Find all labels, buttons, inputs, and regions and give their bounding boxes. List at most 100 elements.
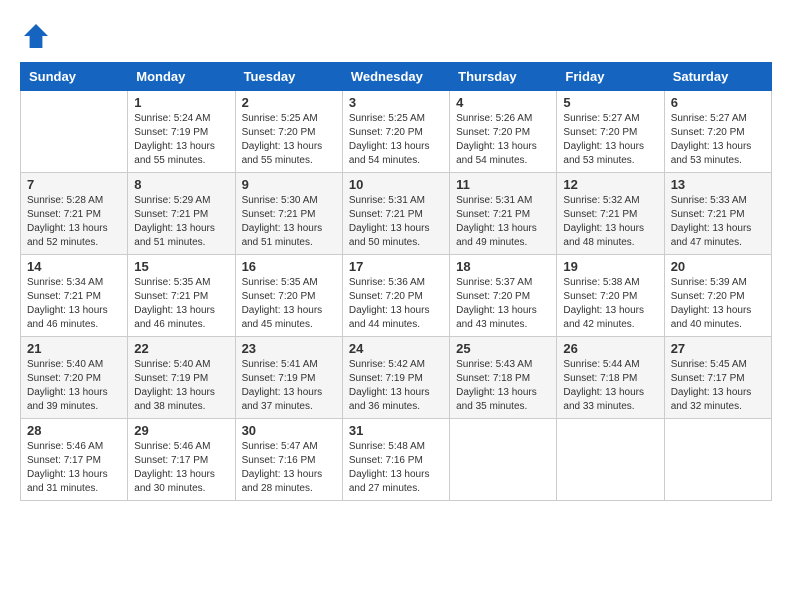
day-header-tuesday: Tuesday — [235, 63, 342, 91]
logo — [20, 20, 56, 52]
day-info: Sunrise: 5:33 AMSunset: 7:21 PMDaylight:… — [671, 194, 765, 250]
day-info: Sunrise: 5:36 AMSunset: 7:20 PMDaylight:… — [349, 276, 443, 332]
calendar-cell — [450, 419, 557, 501]
day-info: Sunrise: 5:40 AMSunset: 7:19 PMDaylight:… — [134, 358, 228, 414]
calendar-week-row: 14 Sunrise: 5:34 AMSunset: 7:21 PMDayligh… — [21, 255, 772, 337]
day-info: Sunrise: 5:27 AMSunset: 7:20 PMDaylight:… — [671, 112, 765, 168]
calendar-cell: 30 Sunrise: 5:47 AMSunset: 7:16 PMDayligh… — [235, 419, 342, 501]
day-header-saturday: Saturday — [664, 63, 771, 91]
calendar-cell — [21, 91, 128, 173]
day-info: Sunrise: 5:25 AMSunset: 7:20 PMDaylight:… — [349, 112, 443, 168]
calendar-cell: 23 Sunrise: 5:41 AMSunset: 7:19 PMDayligh… — [235, 337, 342, 419]
day-info: Sunrise: 5:35 AMSunset: 7:20 PMDaylight:… — [242, 276, 336, 332]
calendar-cell: 10 Sunrise: 5:31 AMSunset: 7:21 PMDayligh… — [342, 173, 449, 255]
day-number: 2 — [242, 95, 336, 110]
calendar-cell: 8Sunrise: 5:29 AMSunset: 7:21 PMDaylight… — [128, 173, 235, 255]
page-header — [20, 20, 772, 52]
day-number: 11 — [456, 177, 550, 192]
calendar-cell: 20 Sunrise: 5:39 AMSunset: 7:20 PMDayligh… — [664, 255, 771, 337]
day-number: 23 — [242, 341, 336, 356]
day-header-thursday: Thursday — [450, 63, 557, 91]
calendar-cell: 13 Sunrise: 5:33 AMSunset: 7:21 PMDayligh… — [664, 173, 771, 255]
day-number: 1 — [134, 95, 228, 110]
calendar-cell: 9 Sunrise: 5:30 AMSunset: 7:21 PMDaylight… — [235, 173, 342, 255]
calendar-cell: 21 Sunrise: 5:40 AMSunset: 7:20 PMDayligh… — [21, 337, 128, 419]
day-number: 3 — [349, 95, 443, 110]
calendar-cell: 24Sunrise: 5:42 AMSunset: 7:19 PMDayligh… — [342, 337, 449, 419]
day-info: Sunrise: 5:35 AMSunset: 7:21 PMDaylight:… — [134, 276, 228, 332]
calendar-cell: 15 Sunrise: 5:35 AMSunset: 7:21 PMDayligh… — [128, 255, 235, 337]
day-info: Sunrise: 5:30 AMSunset: 7:21 PMDaylight:… — [242, 194, 336, 250]
day-info: Sunrise: 5:43 AMSunset: 7:18 PMDaylight:… — [456, 358, 550, 414]
day-info: Sunrise: 5:37 AMSunset: 7:20 PMDaylight:… — [456, 276, 550, 332]
day-info: Sunrise: 5:39 AMSunset: 7:20 PMDaylight:… — [671, 276, 765, 332]
calendar-cell: 28Sunrise: 5:46 AMSunset: 7:17 PMDayligh… — [21, 419, 128, 501]
day-info: Sunrise: 5:46 AMSunset: 7:17 PMDaylight:… — [27, 440, 121, 496]
day-info: Sunrise: 5:25 AMSunset: 7:20 PMDaylight:… — [242, 112, 336, 168]
calendar-cell: 19 Sunrise: 5:38 AMSunset: 7:20 PMDayligh… — [557, 255, 664, 337]
day-info: Sunrise: 5:34 AMSunset: 7:21 PMDaylight:… — [27, 276, 121, 332]
day-header-wednesday: Wednesday — [342, 63, 449, 91]
day-info: Sunrise: 5:31 AMSunset: 7:21 PMDaylight:… — [456, 194, 550, 250]
day-info: Sunrise: 5:46 AMSunset: 7:17 PMDaylight:… — [134, 440, 228, 496]
calendar-cell: 29 Sunrise: 5:46 AMSunset: 7:17 PMDayligh… — [128, 419, 235, 501]
day-number: 27 — [671, 341, 765, 356]
calendar-cell: 16 Sunrise: 5:35 AMSunset: 7:20 PMDayligh… — [235, 255, 342, 337]
calendar-cell: 17 Sunrise: 5:36 AMSunset: 7:20 PMDayligh… — [342, 255, 449, 337]
day-number: 17 — [349, 259, 443, 274]
day-info: Sunrise: 5:40 AMSunset: 7:20 PMDaylight:… — [27, 358, 121, 414]
calendar-cell: 1Sunrise: 5:24 AMSunset: 7:19 PMDaylight… — [128, 91, 235, 173]
day-number: 6 — [671, 95, 765, 110]
calendar-cell: 6 Sunrise: 5:27 AMSunset: 7:20 PMDaylight… — [664, 91, 771, 173]
day-number: 15 — [134, 259, 228, 274]
calendar-cell: 31 Sunrise: 5:48 AMSunset: 7:16 PMDayligh… — [342, 419, 449, 501]
calendar-cell — [664, 419, 771, 501]
calendar-header-row: SundayMondayTuesdayWednesdayThursdayFrid… — [21, 63, 772, 91]
logo-icon — [20, 20, 52, 52]
day-number: 31 — [349, 423, 443, 438]
calendar-cell: 22 Sunrise: 5:40 AMSunset: 7:19 PMDayligh… — [128, 337, 235, 419]
day-info: Sunrise: 5:45 AMSunset: 7:17 PMDaylight:… — [671, 358, 765, 414]
calendar-cell: 2 Sunrise: 5:25 AMSunset: 7:20 PMDaylight… — [235, 91, 342, 173]
day-info: Sunrise: 5:32 AMSunset: 7:21 PMDaylight:… — [563, 194, 657, 250]
day-number: 5 — [563, 95, 657, 110]
day-number: 21 — [27, 341, 121, 356]
day-number: 18 — [456, 259, 550, 274]
day-number: 16 — [242, 259, 336, 274]
day-info: Sunrise: 5:26 AMSunset: 7:20 PMDaylight:… — [456, 112, 550, 168]
calendar-week-row: 28Sunrise: 5:46 AMSunset: 7:17 PMDayligh… — [21, 419, 772, 501]
calendar-table: SundayMondayTuesdayWednesdayThursdayFrid… — [20, 62, 772, 501]
day-number: 10 — [349, 177, 443, 192]
day-info: Sunrise: 5:38 AMSunset: 7:20 PMDaylight:… — [563, 276, 657, 332]
day-number: 19 — [563, 259, 657, 274]
day-info: Sunrise: 5:27 AMSunset: 7:20 PMDaylight:… — [563, 112, 657, 168]
day-info: Sunrise: 5:48 AMSunset: 7:16 PMDaylight:… — [349, 440, 443, 496]
day-number: 29 — [134, 423, 228, 438]
calendar-week-row: 21 Sunrise: 5:40 AMSunset: 7:20 PMDayligh… — [21, 337, 772, 419]
day-number: 30 — [242, 423, 336, 438]
calendar-week-row: 7 Sunrise: 5:28 AMSunset: 7:21 PMDaylight… — [21, 173, 772, 255]
day-info: Sunrise: 5:42 AMSunset: 7:19 PMDaylight:… — [349, 358, 443, 414]
day-number: 14 — [27, 259, 121, 274]
calendar-cell: 25 Sunrise: 5:43 AMSunset: 7:18 PMDayligh… — [450, 337, 557, 419]
day-info: Sunrise: 5:41 AMSunset: 7:19 PMDaylight:… — [242, 358, 336, 414]
day-info: Sunrise: 5:29 AMSunset: 7:21 PMDaylight:… — [134, 194, 228, 250]
day-info: Sunrise: 5:47 AMSunset: 7:16 PMDaylight:… — [242, 440, 336, 496]
calendar-cell — [557, 419, 664, 501]
day-header-friday: Friday — [557, 63, 664, 91]
day-number: 25 — [456, 341, 550, 356]
calendar-cell: 27 Sunrise: 5:45 AMSunset: 7:17 PMDayligh… — [664, 337, 771, 419]
day-number: 7 — [27, 177, 121, 192]
day-number: 12 — [563, 177, 657, 192]
day-number: 9 — [242, 177, 336, 192]
day-number: 26 — [563, 341, 657, 356]
day-number: 22 — [134, 341, 228, 356]
day-info: Sunrise: 5:31 AMSunset: 7:21 PMDaylight:… — [349, 194, 443, 250]
calendar-cell: 4 Sunrise: 5:26 AMSunset: 7:20 PMDaylight… — [450, 91, 557, 173]
day-number: 4 — [456, 95, 550, 110]
calendar-cell: 3 Sunrise: 5:25 AMSunset: 7:20 PMDaylight… — [342, 91, 449, 173]
day-number: 20 — [671, 259, 765, 274]
calendar-cell: 11 Sunrise: 5:31 AMSunset: 7:21 PMDayligh… — [450, 173, 557, 255]
day-number: 13 — [671, 177, 765, 192]
day-info: Sunrise: 5:28 AMSunset: 7:21 PMDaylight:… — [27, 194, 121, 250]
